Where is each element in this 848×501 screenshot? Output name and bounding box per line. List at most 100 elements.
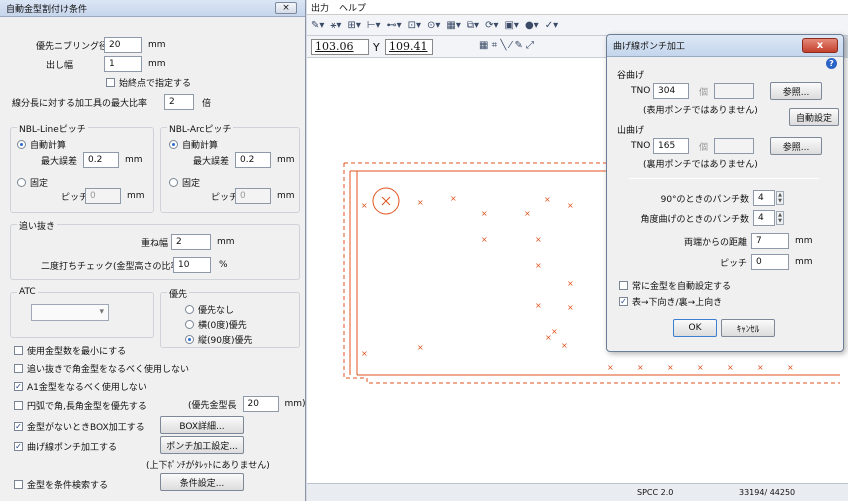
opt-okuri-corner-checkbox[interactable]: [14, 364, 23, 373]
opt-min-tools-checkbox[interactable]: [14, 346, 23, 355]
opt-box-label: 金型がないときBOX加工する: [27, 423, 145, 433]
priority-len-unit: mm): [284, 399, 306, 409]
pitch-label: ピッチ: [719, 258, 747, 269]
overlap-input[interactable]: 2: [171, 234, 211, 250]
always-auto-option[interactable]: 常に金型を自動設定する: [619, 279, 731, 292]
opt-round-long-checkbox[interactable]: [14, 401, 23, 410]
valley-tno-row: TNO 304 個 参照...: [631, 82, 823, 100]
start-point-checkbox[interactable]: [106, 78, 115, 87]
opt-bend[interactable]: ✓ 曲げ線ポンチ加工する: [14, 440, 117, 453]
ratio-label: 線分長に対する加工具の最大比率: [12, 98, 148, 109]
svg-text:×: ×: [417, 198, 424, 207]
svg-text:×: ×: [361, 349, 368, 358]
opt-box-checkbox[interactable]: ✓: [14, 422, 23, 431]
priority-len-input[interactable]: 20: [242, 396, 279, 412]
priority-horizontal[interactable]: 横(0度)優先: [185, 318, 247, 331]
layout-tool-icon[interactable]: ⊡▾: [408, 20, 421, 31]
check-tool-icon[interactable]: ✓▾: [545, 20, 558, 31]
nbl-arc-fixed-radio[interactable]: [169, 178, 178, 187]
opt-bend-checkbox[interactable]: ✓: [14, 442, 23, 451]
nbl-line-auto-radio[interactable]: [17, 140, 26, 149]
valley-count-input[interactable]: [714, 83, 755, 99]
snap-icons[interactable]: ▦ ⌗ ╲ ⁄ ✎ ⤢: [479, 40, 534, 51]
priority-vertical-radio[interactable]: [185, 335, 194, 344]
always-auto-checkbox[interactable]: [619, 281, 628, 290]
valley-tno-input[interactable]: 304: [653, 83, 689, 99]
nbl-arc-auto-radio[interactable]: [169, 140, 178, 149]
stack-tool-icon[interactable]: ⧉▾: [467, 20, 479, 31]
ratio-unit: 倍: [202, 98, 212, 109]
pen-tool-icon[interactable]: ✎▾: [311, 20, 324, 31]
nbl-line-fixed-radio[interactable]: [17, 178, 26, 187]
help-icon[interactable]: ?: [826, 58, 837, 69]
punch90-spinner[interactable]: ▲ ▼: [776, 191, 784, 205]
punchangle-spinner[interactable]: ▲ ▼: [776, 211, 784, 225]
nbl-arc-pitch-input[interactable]: 0: [235, 188, 271, 204]
snap-tool-icon[interactable]: ⚹▾: [330, 20, 341, 31]
mountain-tno-input[interactable]: 165: [653, 138, 689, 154]
start-point-row[interactable]: 始終点で指定する: [106, 76, 191, 89]
punch-tool-icon[interactable]: ⊙▾: [427, 20, 440, 31]
double-check-input[interactable]: 10: [173, 257, 211, 273]
opt-a1[interactable]: ✓ A1金型をなるべく使用しない: [14, 380, 147, 393]
cancel-button[interactable]: ｷｬﾝｾﾙ: [721, 319, 775, 337]
mountain-browse-button[interactable]: 参照...: [770, 137, 823, 155]
edge-dist-input[interactable]: 7: [751, 233, 789, 249]
close-button[interactable]: ×: [275, 2, 297, 14]
auto-set-button[interactable]: 自動設定: [789, 108, 839, 126]
mountain-count-input[interactable]: [714, 138, 755, 154]
punch-settings-button[interactable]: ポンチ加工設定...: [160, 436, 244, 454]
mountain-tno-row: TNO 165 個 参照...: [631, 137, 823, 155]
nbl-arc-maxerr-input[interactable]: 0.2: [235, 152, 271, 168]
nbl-line-auto[interactable]: 自動計算: [17, 138, 66, 151]
priority-none-radio[interactable]: [185, 305, 194, 314]
dimension-tool-icon[interactable]: ⊢▾: [367, 20, 381, 31]
ok-button[interactable]: OK: [673, 319, 717, 337]
nbl-line-title: NBL-Lineピッチ: [17, 122, 88, 135]
width-input[interactable]: 1: [104, 56, 142, 72]
front-back-option[interactable]: ✓ 表→下向き/裏→上向き: [619, 295, 722, 308]
nbl-arc-fixed-label: 固定: [182, 179, 201, 189]
opt-round-long[interactable]: 円弧で角,長角金型を優先する: [14, 399, 147, 412]
priority-none[interactable]: 優先なし: [185, 303, 234, 316]
punch90-input[interactable]: 4: [753, 190, 775, 206]
nbl-arc-maxerr-row: 最大誤差 0.2 mm: [193, 152, 295, 168]
table-tool-icon[interactable]: ▦▾: [446, 20, 460, 31]
ratio-input[interactable]: 2: [164, 94, 194, 110]
opt-min-tools[interactable]: 使用金型数を最小にする: [14, 344, 126, 357]
color-tool-icon[interactable]: ●▾: [525, 20, 539, 31]
svg-text:×: ×: [787, 363, 794, 372]
menu-output[interactable]: 出力: [311, 1, 329, 14]
valley-browse-button[interactable]: 参照...: [770, 82, 823, 100]
nibbling-dia-input[interactable]: 20: [104, 37, 142, 53]
front-back-checkbox[interactable]: ✓: [619, 297, 628, 306]
nbl-line-fixed[interactable]: 固定: [17, 176, 48, 189]
opt-search-checkbox[interactable]: [14, 480, 23, 489]
atc-select[interactable]: [31, 304, 109, 321]
opt-a1-checkbox[interactable]: ✓: [14, 382, 23, 391]
bend-close-button[interactable]: x: [802, 38, 838, 53]
pitch-input[interactable]: 0: [751, 254, 789, 270]
opt-search[interactable]: 金型を条件検索する: [14, 478, 108, 491]
box-detail-button[interactable]: BOX詳細...: [160, 416, 244, 434]
measure-tool-icon[interactable]: ⊷▾: [387, 20, 402, 31]
opt-okuri-corner[interactable]: 追い抜きで角金型をなるべく使用しない: [14, 362, 189, 375]
grid-tool-icon[interactable]: ⊞▾: [347, 20, 360, 31]
priority-vertical[interactable]: 縦(90度)優先: [185, 333, 252, 346]
view-tool-icon[interactable]: ▣▾: [504, 20, 518, 31]
opt-search-label: 金型を条件検索する: [27, 481, 109, 491]
rotate-tool-icon[interactable]: ⟳▾: [485, 20, 498, 31]
condition-settings-button[interactable]: 条件設定...: [160, 473, 244, 491]
nbl-arc-auto[interactable]: 自動計算: [169, 138, 218, 151]
opt-box[interactable]: ✓ 金型がないときBOX加工する: [14, 420, 145, 433]
counter-status: 33194/ 44250: [739, 488, 796, 497]
nbl-line-maxerr-input[interactable]: 0.2: [83, 152, 119, 168]
nbl-arc-fixed[interactable]: 固定: [169, 176, 200, 189]
priority-horizontal-radio[interactable]: [185, 320, 194, 329]
nbl-line-pitch-input[interactable]: 0: [85, 188, 121, 204]
menu-help[interactable]: ヘルプ: [339, 1, 366, 14]
svg-text:×: ×: [567, 279, 574, 288]
atc-title: ATC: [17, 287, 38, 297]
menu-bar: 出力 ヘルプ: [307, 0, 848, 15]
punchangle-input[interactable]: 4: [753, 210, 775, 226]
